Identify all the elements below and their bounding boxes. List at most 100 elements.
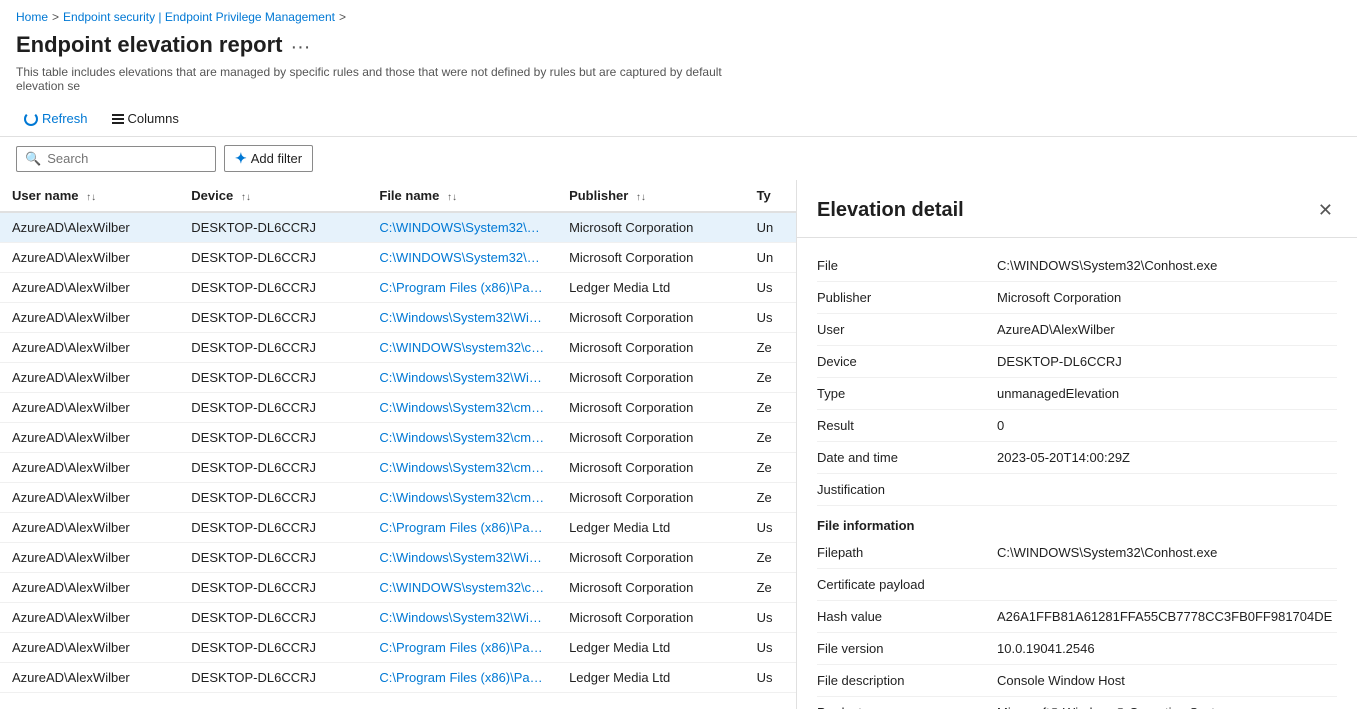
breadcrumb-home[interactable]: Home [16,10,48,24]
cell-type: Un [745,243,796,273]
search-icon: 🔍 [25,151,41,167]
page-title: Endpoint elevation report [16,32,282,58]
main-content: User name ↑↓ Device ↑↓ File name ↑↓ Publ… [0,180,1357,709]
cell-username: AzureAD\AlexWilber [0,513,179,543]
detail-row: User AzureAD\AlexWilber [817,314,1337,346]
cell-device: DESKTOP-DL6CCRJ [179,543,367,573]
detail-file-value: A26A1FFB81A61281FFA55CB7778CC3FB0FF98170… [997,609,1337,624]
cell-username: AzureAD\AlexWilber [0,363,179,393]
breadcrumb-section[interactable]: Endpoint security | Endpoint Privilege M… [63,10,335,24]
search-box[interactable]: 🔍 [16,146,216,172]
detail-field-label: Justification [817,482,997,497]
cell-type: Ze [745,483,796,513]
cell-filename[interactable]: C:\Windows\System32\cmd.e... [367,483,557,513]
table-row[interactable]: AzureAD\AlexWilber DESKTOP-DL6CCRJ C:\WI… [0,212,796,243]
detail-row: Result 0 [817,410,1337,442]
close-detail-button[interactable]: ✕ [1314,196,1337,225]
page-more-options[interactable]: ··· [290,36,310,59]
cell-filename[interactable]: C:\Program Files (x86)\Paladi... [367,633,557,663]
table-row[interactable]: AzureAD\AlexWilber DESKTOP-DL6CCRJ C:\Wi… [0,423,796,453]
cell-filename[interactable]: C:\Program Files (x86)\Paladi... [367,273,557,303]
detail-field-label: Date and time [817,450,997,465]
detail-file-row: Filepath C:\WINDOWS\System32\Conhost.exe [817,537,1337,569]
cell-filename[interactable]: C:\Windows\System32\Wind... [367,543,557,573]
table-row[interactable]: AzureAD\AlexWilber DESKTOP-DL6CCRJ C:\Wi… [0,453,796,483]
cell-publisher: Ledger Media Ltd [557,663,745,693]
cell-type: Ze [745,423,796,453]
cell-filename[interactable]: C:\Windows\System32\cmd.e... [367,393,557,423]
detail-file-row: File version 10.0.19041.2546 [817,633,1337,665]
add-filter-icon: ✦ [235,150,247,167]
elevation-table: User name ↑↓ Device ↑↓ File name ↑↓ Publ… [0,180,796,693]
detail-panel: Elevation detail ✕ File C:\WINDOWS\Syste… [797,180,1357,709]
toolbar: Refresh Columns [0,101,1357,137]
cell-type: Ze [745,573,796,603]
cell-filename[interactable]: C:\Program Files (x86)\Paladi... [367,663,557,693]
table-row[interactable]: AzureAD\AlexWilber DESKTOP-DL6CCRJ C:\Pr… [0,273,796,303]
cell-username: AzureAD\AlexWilber [0,633,179,663]
table-row[interactable]: AzureAD\AlexWilber DESKTOP-DL6CCRJ C:\Pr… [0,513,796,543]
cell-device: DESKTOP-DL6CCRJ [179,273,367,303]
cell-publisher: Microsoft Corporation [557,453,745,483]
columns-button[interactable]: Columns [104,107,187,130]
cell-filename[interactable]: C:\Windows\System32\Wind... [367,303,557,333]
detail-row: Publisher Microsoft Corporation [817,282,1337,314]
filter-bar: 🔍 ✦ Add filter [0,137,1357,180]
cell-publisher: Ledger Media Ltd [557,273,745,303]
detail-row: Device DESKTOP-DL6CCRJ [817,346,1337,378]
table-row[interactable]: AzureAD\AlexWilber DESKTOP-DL6CCRJ C:\Pr… [0,633,796,663]
search-input[interactable] [47,151,207,166]
cell-username: AzureAD\AlexWilber [0,393,179,423]
cell-filename[interactable]: C:\Windows\System32\Wind... [367,603,557,633]
cell-type: Us [745,663,796,693]
sort-device-icon[interactable]: ↑↓ [241,192,251,203]
cell-filename[interactable]: C:\WINDOWS\System32\Con... [367,212,557,243]
cell-username: AzureAD\AlexWilber [0,663,179,693]
cell-filename[interactable]: C:\WINDOWS\system32\cmd-... [367,333,557,363]
refresh-icon [24,112,38,126]
refresh-button[interactable]: Refresh [16,107,96,130]
detail-field-value: Microsoft Corporation [997,290,1337,305]
cell-type: Ze [745,333,796,363]
cell-device: DESKTOP-DL6CCRJ [179,633,367,663]
detail-file-value: Console Window Host [997,673,1337,688]
detail-file-label: Filepath [817,545,997,560]
table-row[interactable]: AzureAD\AlexWilber DESKTOP-DL6CCRJ C:\Wi… [0,363,796,393]
table-row[interactable]: AzureAD\AlexWilber DESKTOP-DL6CCRJ C:\WI… [0,333,796,363]
cell-publisher: Microsoft Corporation [557,423,745,453]
table-row[interactable]: AzureAD\AlexWilber DESKTOP-DL6CCRJ C:\WI… [0,243,796,273]
cell-device: DESKTOP-DL6CCRJ [179,663,367,693]
cell-device: DESKTOP-DL6CCRJ [179,303,367,333]
page-subtitle: This table includes elevations that are … [0,65,780,101]
detail-field-value: 2023-05-20T14:00:29Z [997,450,1337,465]
cell-publisher: Microsoft Corporation [557,393,745,423]
sort-username-icon[interactable]: ↑↓ [86,192,96,203]
detail-file-label: Certificate payload [817,577,997,592]
cell-filename[interactable]: C:\Windows\System32\cmd.e... [367,453,557,483]
cell-type: Us [745,513,796,543]
add-filter-button[interactable]: ✦ Add filter [224,145,313,172]
table-row[interactable]: AzureAD\AlexWilber DESKTOP-DL6CCRJ C:\Wi… [0,603,796,633]
table-row[interactable]: AzureAD\AlexWilber DESKTOP-DL6CCRJ C:\WI… [0,573,796,603]
detail-field-label: Device [817,354,997,369]
cell-username: AzureAD\AlexWilber [0,453,179,483]
cell-filename[interactable]: C:\Program Files (x86)\Paladi... [367,513,557,543]
sort-filename-icon[interactable]: ↑↓ [447,192,457,203]
col-filename: File name ↑↓ [367,180,557,212]
sort-publisher-icon[interactable]: ↑↓ [636,192,646,203]
detail-title: Elevation detail [817,199,964,222]
table-row[interactable]: AzureAD\AlexWilber DESKTOP-DL6CCRJ C:\Wi… [0,483,796,513]
table-row[interactable]: AzureAD\AlexWilber DESKTOP-DL6CCRJ C:\Pr… [0,663,796,693]
cell-filename[interactable]: C:\Windows\System32\cmd.e... [367,423,557,453]
breadcrumb-sep1: > [52,10,59,24]
cell-filename[interactable]: C:\WINDOWS\system32\cmd-... [367,573,557,603]
cell-publisher: Microsoft Corporation [557,603,745,633]
cell-filename[interactable]: C:\Windows\System32\Wind... [367,363,557,393]
table-row[interactable]: AzureAD\AlexWilber DESKTOP-DL6CCRJ C:\Wi… [0,543,796,573]
table-row[interactable]: AzureAD\AlexWilber DESKTOP-DL6CCRJ C:\Wi… [0,303,796,333]
cell-type: Us [745,603,796,633]
file-info-section-title: File information [817,506,1337,537]
table-row[interactable]: AzureAD\AlexWilber DESKTOP-DL6CCRJ C:\Wi… [0,393,796,423]
cell-device: DESKTOP-DL6CCRJ [179,483,367,513]
cell-filename[interactable]: C:\WINDOWS\System32\Con... [367,243,557,273]
